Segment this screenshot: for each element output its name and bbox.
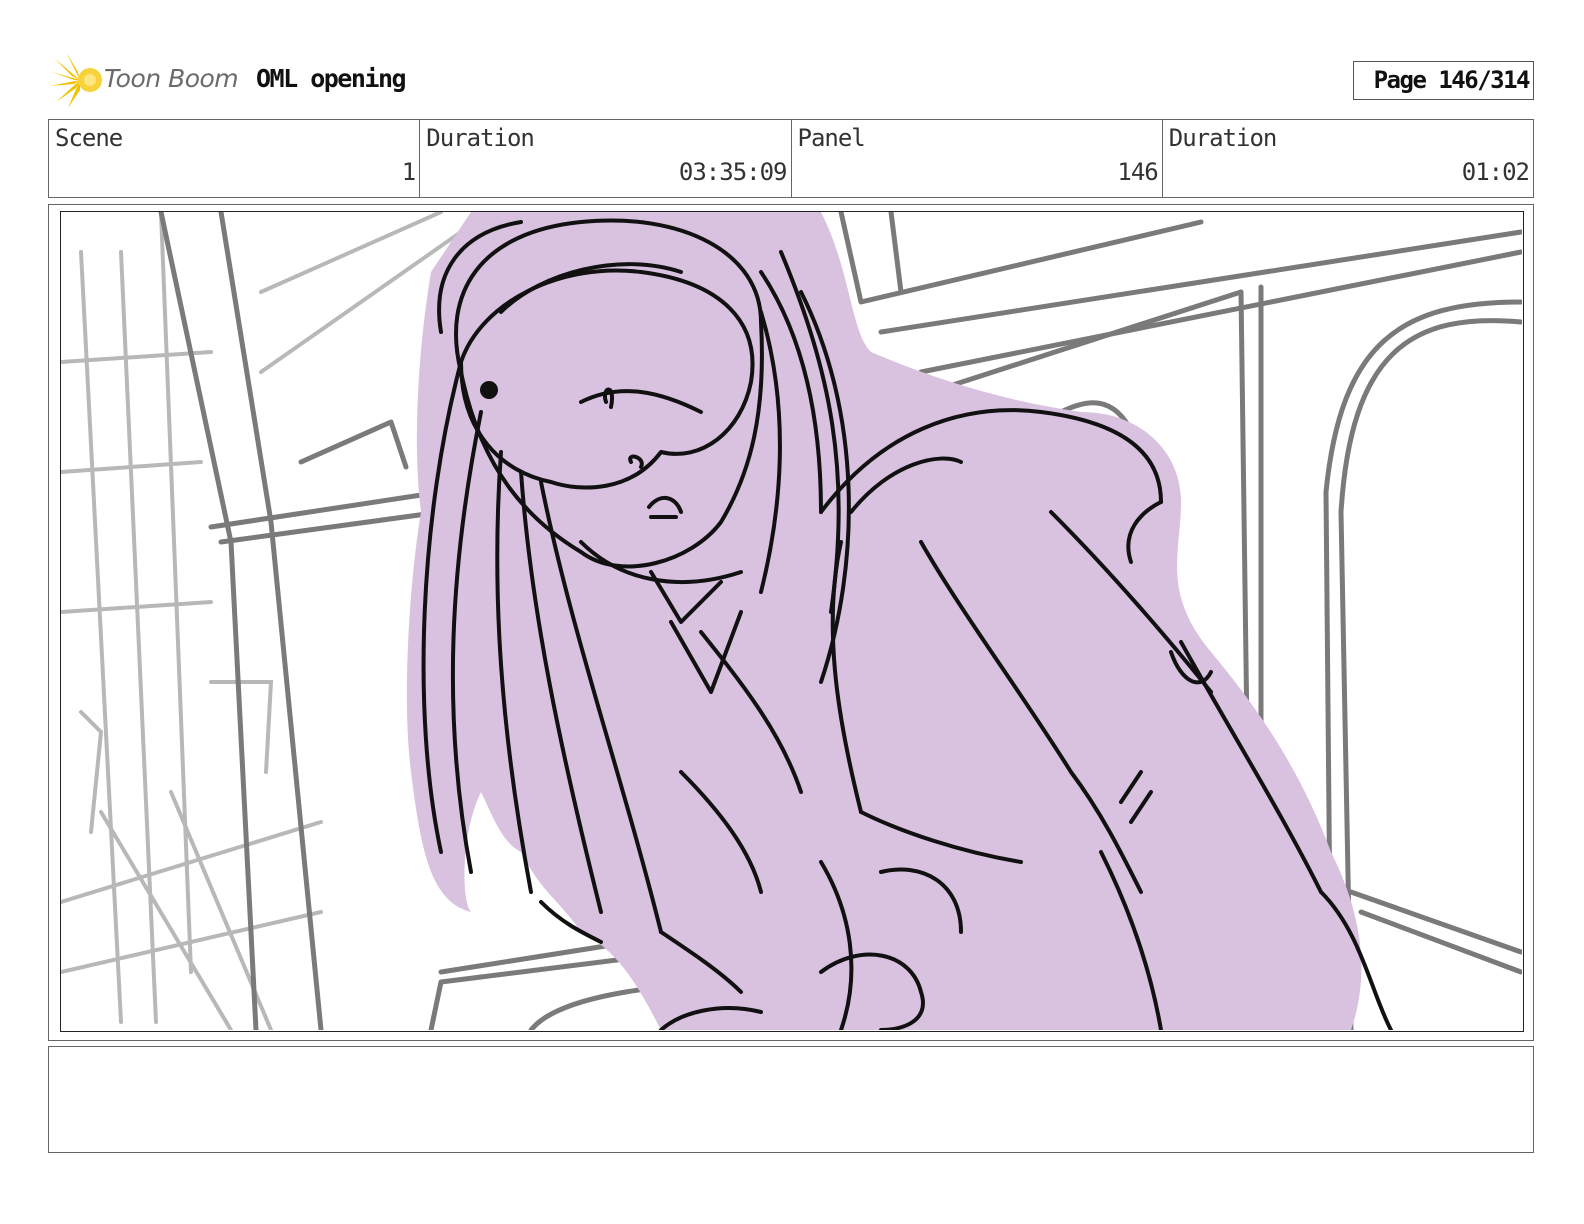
project-title: OML opening [256,64,407,93]
scene-duration-label: Duration [426,124,535,152]
info-row: Scene 1 Duration 03:35:09 Panel 146 Dura… [48,119,1534,198]
scene-duration-cell: Duration 03:35:09 [420,120,792,197]
page-label: Page 146/314 [1373,66,1531,94]
scene-cell: Scene 1 [49,120,421,197]
character-fill [406,212,1362,1030]
toon-boom-logo: Toon Boom [50,52,240,108]
storyboard-sketch [60,211,1524,1032]
notes-box [48,1046,1534,1153]
starburst-logo-icon [50,52,102,108]
panel-value: 146 [1117,158,1158,186]
scene-duration-value: 03:35:09 [678,158,788,186]
panel-cell: Panel 146 [792,120,1163,197]
background-light-lines [61,212,463,1030]
scene-value: 1 [401,158,416,186]
panel-frame [48,204,1534,1041]
panel-duration-label: Duration [1168,124,1278,152]
logo-text: Toon Boom [104,64,239,93]
panel-duration-cell: Duration 01:02 [1163,120,1533,197]
page-indicator: Page 146/314 [1353,61,1534,100]
panel-duration-value: 01:02 [1461,158,1530,186]
sketch-drawing [61,212,1522,1030]
panel-label: Panel [797,124,866,152]
scene-label: Scene [55,124,123,152]
